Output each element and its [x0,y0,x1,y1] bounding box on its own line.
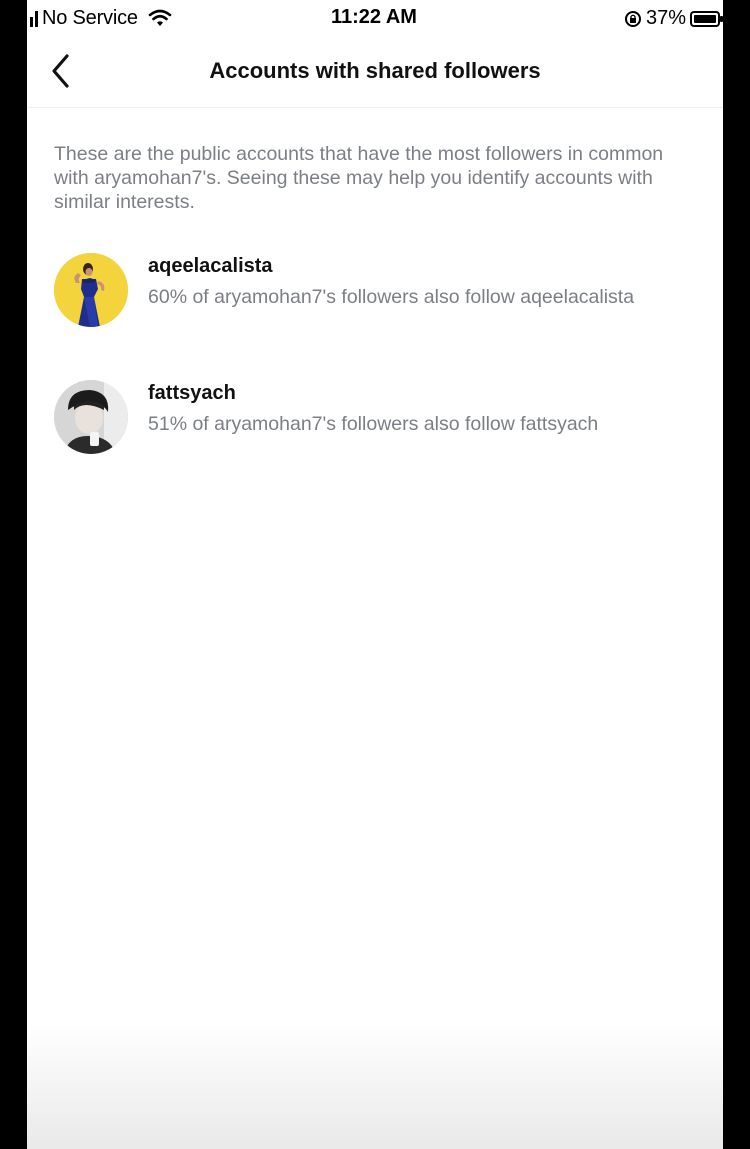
account-shared-followers-text: 60% of aryamohan7's followers also follo… [148,286,635,308]
description-text: These are the public accounts that have … [54,143,664,213]
nav-header: Accounts with shared followers [27,36,723,108]
page: Accounts with shared followers These are… [0,0,750,1149]
avatar[interactable] [54,380,128,454]
page-title: Accounts with shared followers [209,58,541,83]
avatar[interactable] [54,253,128,327]
status-left: No Service [30,7,172,29]
app-screen: Accounts with shared followers These are… [27,0,723,1149]
battery-icon [690,10,723,27]
account-username[interactable]: fattsyach [148,382,236,405]
account-username[interactable]: aqeelacalista [148,255,273,278]
wifi-icon [148,9,172,26]
rotation-lock-icon [624,10,641,27]
status-bar: No Service 11:22 AM 37% [0,0,750,36]
carrier-label: No Service [42,6,138,29]
account-row-aqeelacalista[interactable]: aqeelacalista 60% of aryamohan7's follow… [54,253,714,329]
battery-percent: 37% [645,7,686,29]
bottom-fade [27,1024,723,1149]
status-right: 37% [624,7,724,30]
status-time: 11:22 AM [331,6,417,28]
account-row-fattsyach[interactable]: fattsyach 51% of aryamohan7's followers … [54,380,714,456]
signal-icon [30,9,38,27]
avatar-image [54,380,128,454]
account-shared-followers-text: 51% of aryamohan7's followers also follo… [148,413,599,435]
avatar-image [54,253,128,327]
